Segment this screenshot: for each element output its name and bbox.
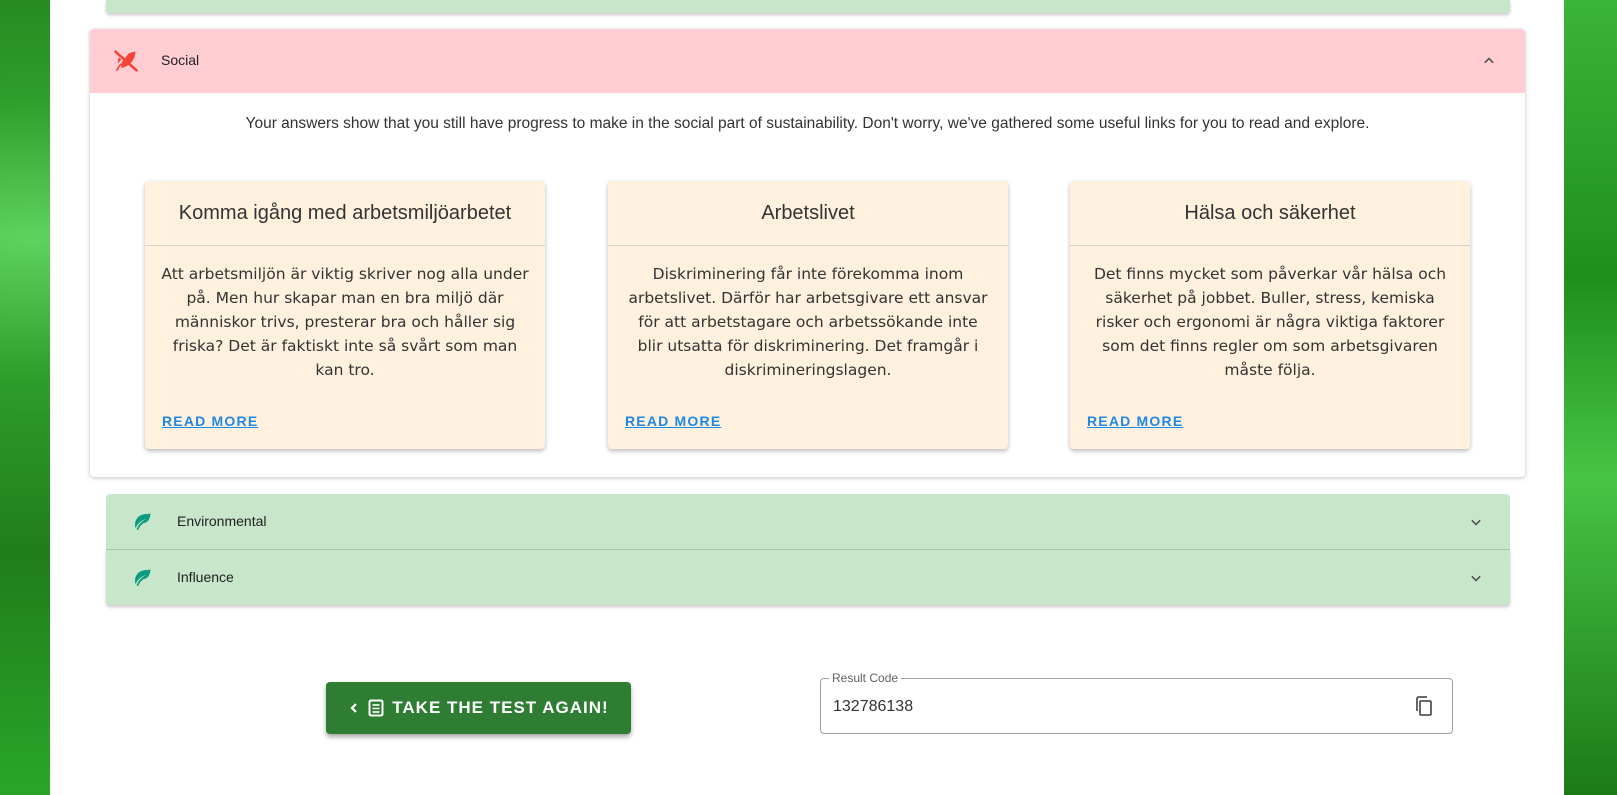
result-code-label: Result Code [829,671,902,685]
clipboard-list-icon [368,699,384,717]
environmental-accordion[interactable]: Environmental [106,494,1510,550]
copy-icon[interactable] [1412,694,1436,718]
social-panel-title: Social [161,52,200,68]
environmental-title: Environmental [177,513,267,529]
social-intro-text: Your answers show that you still have pr… [245,115,1370,132]
card-title: Arbetslivet [608,181,1008,246]
social-panel: Social Your answers show that you still … [90,29,1525,477]
card-body: Diskriminering får inte förekomma inom a… [628,265,988,379]
card-title: Hälsa och säkerhet [1070,181,1470,246]
take-test-again-button[interactable]: TAKE THE TEST AGAIN! [326,682,631,734]
resource-card: Komma igång med arbetsmiljöarbetet Att a… [145,181,545,449]
read-more-link[interactable]: READ MORE [162,413,258,429]
resource-card: Hälsa och säkerhet Det finns mycket som … [1070,181,1470,449]
previous-accordion-bottom [106,0,1510,13]
read-more-link[interactable]: READ MORE [1087,413,1183,429]
leaf-icon [135,513,151,531]
card-title: Komma igång med arbetsmiljöarbetet [145,181,545,246]
leaf-off-icon [114,50,138,72]
result-code-value[interactable]: 132786138 [833,698,913,716]
resource-card: Arbetslivet Diskriminering får inte före… [608,181,1008,449]
leaf-icon [135,569,151,587]
card-body: Det finns mycket som påverkar vår hälsa … [1093,265,1447,379]
chevron-up-icon[interactable] [1479,51,1499,71]
read-more-link[interactable]: READ MORE [625,413,721,429]
social-panel-header[interactable]: Social [90,29,1525,93]
chevron-down-icon[interactable] [1466,568,1486,588]
influence-accordion[interactable]: Influence [106,550,1510,605]
take-test-again-label: TAKE THE TEST AGAIN! [392,698,609,717]
chevron-down-icon[interactable] [1466,512,1486,532]
influence-title: Influence [177,569,234,585]
background-right [1562,0,1617,795]
card-body: Att arbetsmiljön är viktig skriver nog a… [161,265,529,379]
result-code-field[interactable]: Result Code 132786138 [820,671,1453,734]
chevron-left-icon [350,703,358,713]
